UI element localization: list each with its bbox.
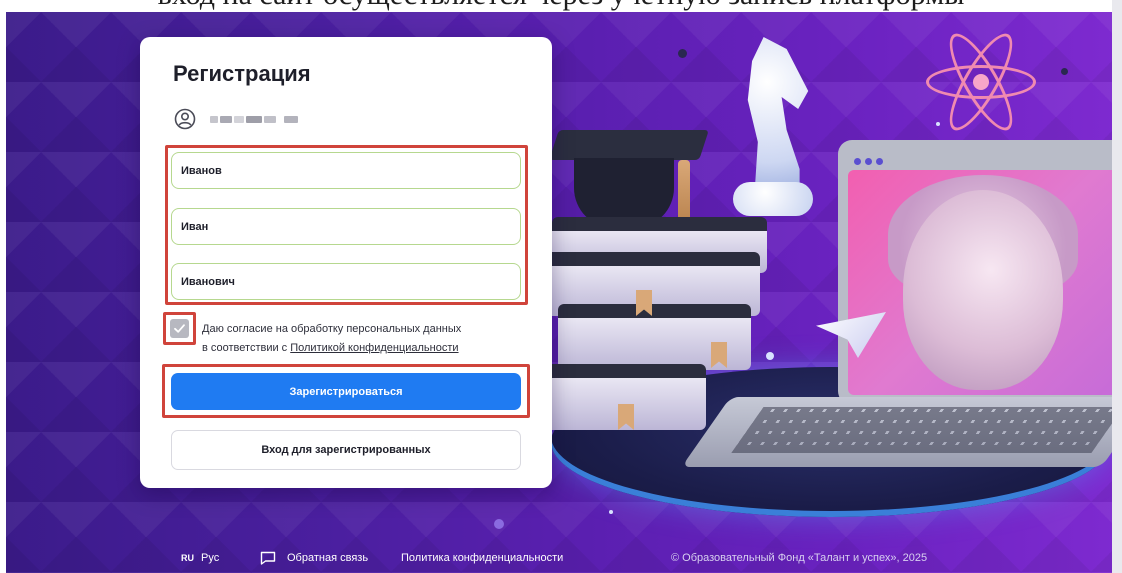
decor-dot [1061, 68, 1068, 75]
top-cropped-caption: вход на сайт осуществляется через учетну… [0, 0, 1122, 12]
user-circle-icon [174, 108, 196, 130]
account-email-blurred [210, 115, 300, 123]
footer-copyright: © Образовательный Фонд «Талант и успех»,… [671, 552, 928, 564]
consent-line-2: в соответствии с Политикой конфиденциаль… [202, 339, 522, 358]
footer-language[interactable]: RU Рус [181, 550, 219, 566]
consent-line-1: Даю согласие на обработку персональных д… [202, 323, 462, 335]
decor-dot [678, 49, 687, 58]
cropped-caption-text: вход на сайт осуществляется через учетну… [0, 0, 1122, 12]
check-icon [174, 324, 185, 333]
laptop-display [848, 170, 1118, 395]
decor-dot [936, 122, 940, 126]
page-title: Регистрация [173, 61, 311, 86]
decor-dot [494, 519, 504, 529]
account-row [174, 107, 300, 131]
consent-checkbox[interactable] [170, 319, 189, 338]
register-button[interactable]: Зарегистрироваться [171, 373, 521, 410]
chat-bubble-icon [260, 551, 276, 565]
footer-feedback[interactable]: Обратная связь [260, 550, 368, 566]
chess-knight-base [733, 182, 813, 216]
consent-prefix: в соответствии с [202, 342, 291, 354]
decor-dot [766, 352, 774, 360]
name-field[interactable] [171, 208, 521, 245]
patronymic-field[interactable] [171, 263, 521, 300]
surname-input[interactable] [172, 153, 520, 188]
atom-icon [926, 25, 1036, 139]
footer-privacy-link[interactable]: Политика конфиденциальности [401, 550, 563, 566]
window-dots-icon [854, 152, 887, 170]
privacy-policy-link[interactable]: Политикой конфиденциальности [290, 342, 458, 354]
page-right-edge [1112, 0, 1122, 573]
laptop-screen-illustration [838, 140, 1118, 405]
registration-page-background: Регистрация Иванов Иван Иванович Даю сог… [6, 12, 1118, 573]
name-input[interactable] [172, 209, 520, 244]
decor-dot [609, 510, 613, 514]
login-registered-button[interactable]: Вход для зарегистрированных [171, 430, 521, 470]
feedback-link: Обратная связь [287, 552, 369, 564]
registration-card: Регистрация Иванов Иван Иванович Даю сог… [140, 37, 552, 488]
consent-text: Даю согласие на обработку персональных д… [202, 320, 522, 358]
patronymic-input[interactable] [172, 264, 520, 299]
language-label: Рус [201, 552, 220, 564]
cap-board [549, 130, 709, 160]
statue-head-illustration [903, 190, 1063, 390]
language-code: RU [181, 553, 194, 563]
laptop-keyboard-illustration [681, 397, 1118, 467]
surname-field[interactable] [171, 152, 521, 189]
